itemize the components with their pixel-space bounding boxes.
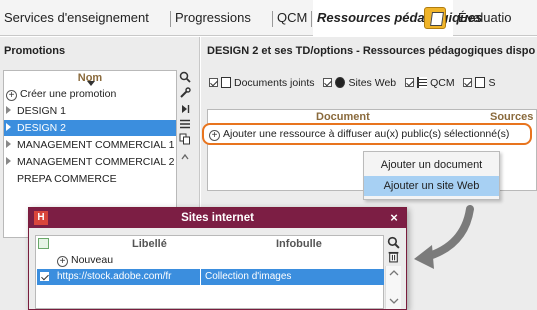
expand-triangle-icon[interactable] [6,140,11,148]
resources-notebook-icon [424,7,446,29]
scrollbar[interactable] [385,266,401,309]
menu-item-add-document[interactable]: Ajouter un document [364,155,499,175]
filter-qcm[interactable]: QCM [405,77,455,89]
list-item-label: DESIGN 2 [17,122,67,134]
app-logo-icon: H [34,211,48,225]
cell-divider [200,269,201,285]
trash-icon[interactable] [387,250,400,266]
create-promotion-label: Créer une promotion [20,88,117,100]
list-item-label: DESIGN 1 [17,105,67,117]
close-button[interactable]: × [387,210,401,226]
plus-circle-icon: + [57,256,68,267]
list-item[interactable]: MANAGEMENT COMMERCIAL 1 [4,137,176,153]
filter-websites[interactable]: Sites Web [323,77,396,89]
websites-dialog: Sites internet H × Libellé Infobulle + No… [28,207,407,310]
plus-circle-icon: + [209,130,220,141]
search-icon[interactable] [178,71,192,85]
scroll-up-icon[interactable] [178,151,192,165]
checkbox[interactable] [323,78,333,87]
dialog-title-bar[interactable]: Sites internet H × [29,208,406,228]
filter-label: QCM [430,77,455,89]
new-website-label: Nouveau [71,254,114,266]
menu-lines-icon[interactable] [178,118,192,132]
tab-separator [272,11,273,27]
tab-separator [311,11,312,27]
copy-icon[interactable] [178,133,192,147]
expand-triangle-icon[interactable] [6,157,11,165]
menu-item-add-website[interactable]: Ajouter un site Web [364,176,499,196]
play-step-icon[interactable] [178,103,192,117]
list-item-label: PREPA COMMERCE [17,173,117,185]
tab-bar: Services d'enseignement Progressions QCM… [0,0,537,37]
list-item-label: MANAGEMENT COMMERCIAL 2 [17,156,175,168]
list-icon [417,77,428,88]
list-item-label: MANAGEMENT COMMERCIAL 1 [17,139,175,151]
expand-triangle-icon[interactable] [6,106,11,114]
list-item[interactable]: MANAGEMENT COMMERCIAL 2 [4,154,176,170]
new-website-row[interactable]: + Nouveau [37,252,384,268]
add-resource-menu: Ajouter un document Ajouter un site Web [363,151,500,200]
dialog-title: Sites internet [181,212,254,224]
pointer-arrow-icon [414,205,474,269]
tab-separator [170,11,171,27]
create-promotion-row[interactable]: + Créer une promotion [4,86,176,102]
tab-qcm[interactable]: QCM [277,0,307,36]
list-item-selected[interactable]: DESIGN 2 [4,120,176,136]
table-row[interactable]: https://stock.adobe.com/fr Collection d'… [37,269,384,285]
filter-documents[interactable]: Documents joints [209,77,315,89]
column-header-sources[interactable]: Sources [490,111,533,123]
wrench-icon[interactable] [178,87,192,101]
tab-progressions[interactable]: Progressions [175,0,251,36]
row-checkbox[interactable] [40,272,49,281]
filter-bar: Documents joints Sites Web QCM S [209,77,502,89]
column-header-infobulle[interactable]: Infobulle [276,238,322,250]
scroll-up-icon [389,270,399,276]
expand-triangle-icon[interactable] [6,123,11,131]
website-tooltip: Collection d'images [205,271,292,282]
tab-evaluations[interactable]: Évaluatio [458,0,511,36]
list-item[interactable]: PREPA COMMERCE [4,171,176,187]
filter-label: Sites Web [348,77,397,89]
add-resource-button[interactable]: + Ajouter une ressource à diffuser au(x) … [202,123,532,145]
question-icon [475,77,486,88]
column-header-libelle[interactable]: Libellé [132,238,167,250]
add-resource-label: Ajouter une ressource à diffuser au(x) p… [223,128,510,140]
checkbox[interactable] [463,78,473,87]
tab-services-enseignement[interactable]: Services d'enseignement [4,0,149,36]
checkbox[interactable] [209,78,218,87]
filter-other[interactable]: S [463,77,496,89]
checkbox[interactable] [405,78,415,87]
panel-title: Promotions [4,45,66,57]
panel-title: DESIGN 2 et ses TD/options - Ressources … [207,45,536,57]
filter-label: Documents joints [234,77,315,89]
plus-circle-icon: + [6,90,17,101]
document-icon [221,77,231,88]
column-header-document[interactable]: Document [316,111,370,123]
filter-label: S [488,77,496,89]
website-url: https://stock.adobe.com/fr [57,271,172,282]
select-all-checkbox[interactable] [38,238,49,249]
list-item[interactable]: DESIGN 1 [4,103,176,119]
scroll-down-icon [389,298,399,304]
globe-icon [335,77,346,88]
websites-table: Libellé Infobulle + Nouveau https://stock… [35,235,384,309]
